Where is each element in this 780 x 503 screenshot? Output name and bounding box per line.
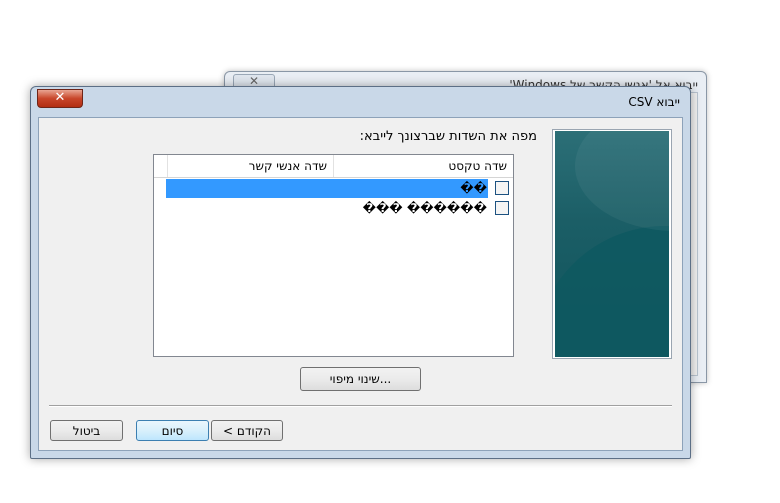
wizard-banner-art: [555, 131, 669, 357]
dialog-client: מפה את השדות שברצונך לייבא: שדה טקסט שדה…: [38, 117, 683, 451]
list-header: שדה טקסט שדה אנשי קשר: [154, 155, 513, 178]
footer-divider: [49, 405, 672, 407]
csv-import-dialog: ✕ ייבוא CSV מפה את השדות שברצונך לייבא: …: [30, 86, 691, 459]
close-icon: ✕: [54, 90, 66, 105]
row-checkbox[interactable]: [495, 181, 509, 195]
wizard-side-image: [552, 129, 672, 359]
row-checkbox[interactable]: [495, 201, 509, 215]
selection-highlight: [166, 179, 488, 198]
cancel-button[interactable]: ביטול: [50, 420, 123, 441]
change-mapping-button[interactable]: שינוי מיפוי...: [300, 367, 421, 391]
column-header-text-field[interactable]: שדה טקסט: [333, 155, 513, 177]
column-header-contact-field[interactable]: שדה אנשי קשר: [167, 155, 333, 177]
back-button[interactable]: < הקודם: [211, 420, 283, 441]
title-bar[interactable]: ✕ ייבוא CSV: [31, 87, 690, 115]
page-heading: מפה את השדות שברצונך לייבא:: [359, 129, 537, 144]
list-item[interactable]: ������ ���: [166, 199, 513, 218]
row-text-field: ������ ���: [362, 201, 487, 215]
close-button[interactable]: ✕: [37, 89, 83, 108]
list-item[interactable]: ��: [166, 179, 513, 198]
finish-button[interactable]: סיום: [136, 420, 209, 441]
field-mapping-list[interactable]: שדה טקסט שדה אנשי קשר �� ������ ���: [153, 154, 514, 357]
row-text-field: ��: [460, 181, 487, 195]
dialog-title: ייבוא CSV: [628, 95, 680, 109]
